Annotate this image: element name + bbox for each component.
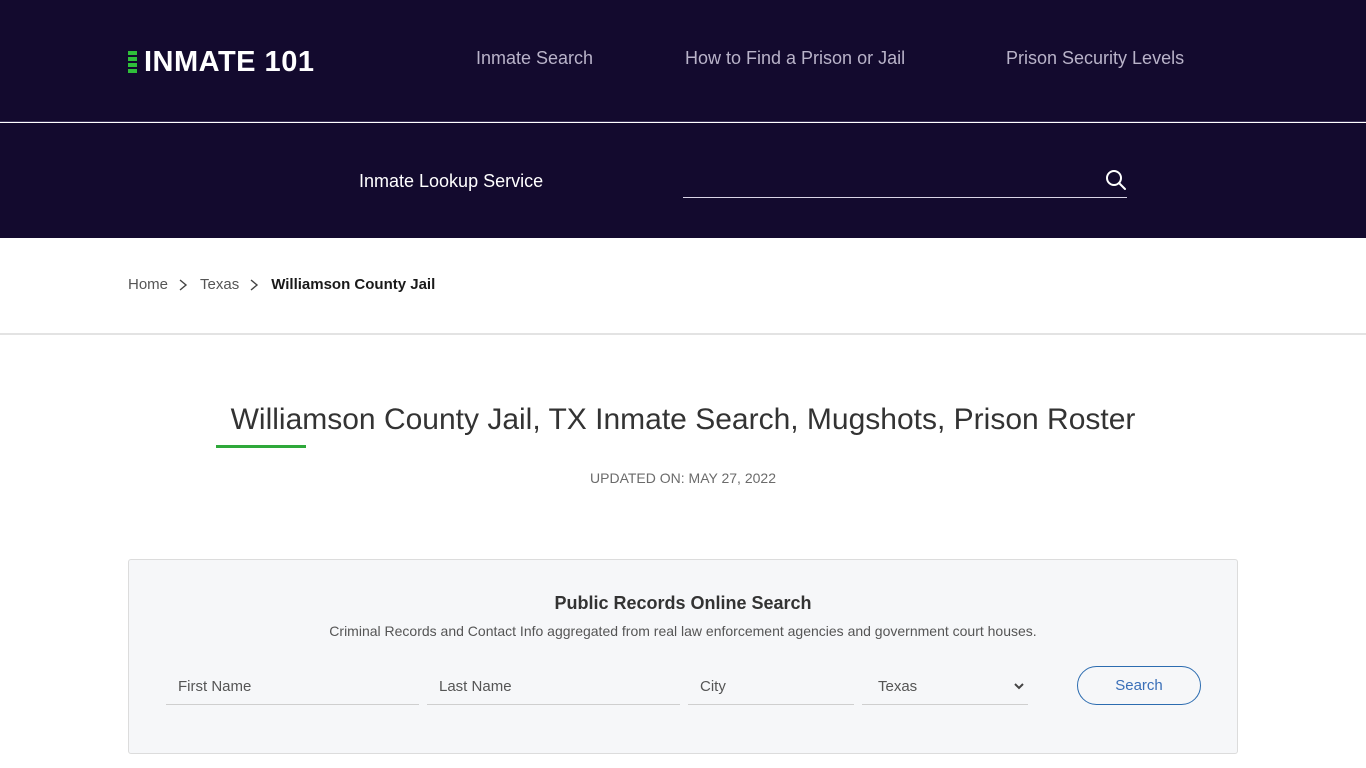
- search-button[interactable]: Search: [1077, 666, 1201, 705]
- logo-text: INMATE 101: [144, 45, 315, 78]
- breadcrumb-texas[interactable]: Texas: [200, 276, 239, 293]
- nav-prison-security-levels[interactable]: Prison Security Levels: [1006, 48, 1184, 69]
- chevron-right-icon: [179, 278, 188, 291]
- first-name-field-wrap: [166, 668, 419, 705]
- search-icon[interactable]: [1105, 169, 1127, 191]
- city-field-wrap: [688, 668, 854, 705]
- chevron-right-icon: [250, 278, 259, 291]
- breadcrumb-home[interactable]: Home: [128, 276, 168, 293]
- nav-how-to-find-prison[interactable]: How to Find a Prison or Jail: [685, 48, 905, 69]
- state-select[interactable]: Texas: [862, 668, 1028, 704]
- last-name-input[interactable]: [427, 668, 680, 704]
- first-name-input[interactable]: [166, 668, 419, 704]
- breadcrumb: Home Texas Williamson County Jail: [128, 276, 435, 293]
- records-subtitle: Criminal Records and Contact Info aggreg…: [329, 623, 1037, 639]
- public-records-search: Public Records Online Search Criminal Re…: [128, 559, 1238, 754]
- records-title: Public Records Online Search: [554, 593, 812, 613]
- breadcrumb-bar: Home Texas Williamson County Jail: [0, 238, 1366, 335]
- updated-date: UPDATED ON: MAY 27, 2022: [590, 470, 776, 486]
- logo-bars-icon: [128, 51, 138, 73]
- city-input[interactable]: [688, 668, 854, 704]
- title-underline: [216, 445, 306, 448]
- lookup-search: [683, 165, 1127, 198]
- lookup-bar: Inmate Lookup Service: [0, 123, 1366, 238]
- breadcrumb-current: Williamson County Jail: [271, 276, 436, 293]
- site-logo[interactable]: INMATE 101: [128, 44, 314, 80]
- lookup-label: Inmate Lookup Service: [359, 171, 544, 191]
- lookup-search-input[interactable]: [683, 165, 1083, 197]
- page-title: Williamson County Jail, TX Inmate Search…: [230, 403, 1136, 436]
- state-field-wrap: Texas: [862, 668, 1028, 705]
- site-header: INMATE 101 Inmate Search How to Find a P…: [0, 0, 1366, 122]
- last-name-field-wrap: [427, 668, 680, 705]
- nav-inmate-search[interactable]: Inmate Search: [476, 48, 593, 69]
